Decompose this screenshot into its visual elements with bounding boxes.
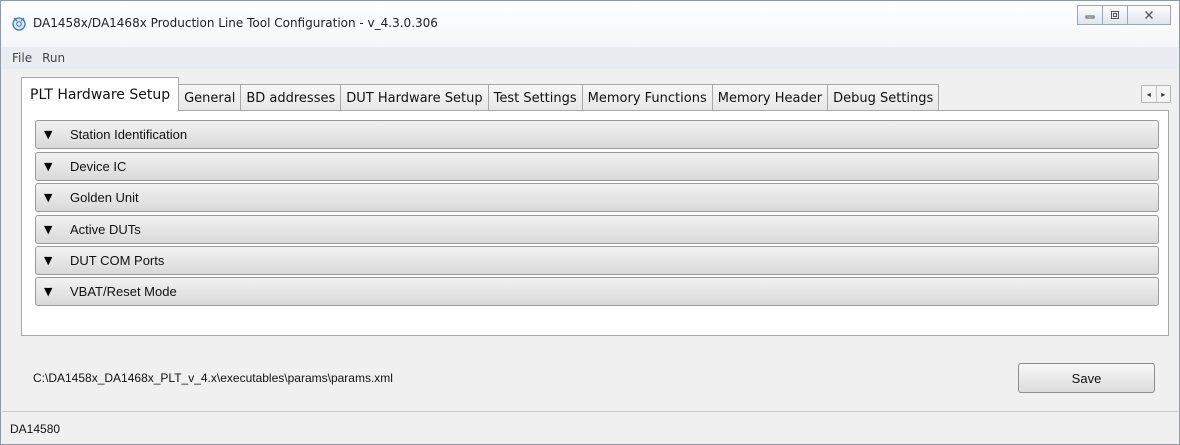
section-label: DUT COM Ports <box>70 253 165 268</box>
expand-arrow-icon: ▼ <box>44 191 53 204</box>
tab-memory-header[interactable]: Memory Header <box>711 84 829 111</box>
section-label: Device IC <box>70 159 127 174</box>
status-device-label: DA14580 <box>10 421 61 436</box>
expand-arrow-icon: ▼ <box>44 160 53 173</box>
tab-panel: ▼ Station Identification ▼ Device IC ▼ G… <box>21 110 1169 336</box>
menu-file[interactable]: File <box>2 51 40 65</box>
save-button[interactable]: Save <box>1018 363 1155 393</box>
section-station-identification[interactable]: ▼ Station Identification <box>35 120 1159 149</box>
section-golden-unit[interactable]: ▼ Golden Unit <box>35 183 1159 212</box>
expand-arrow-icon: ▼ <box>44 254 53 267</box>
minimize-icon[interactable] <box>1077 5 1103 25</box>
scroll-right-icon[interactable]: ▸ <box>1155 86 1171 102</box>
section-label: Golden Unit <box>70 190 139 205</box>
section-active-duts[interactable]: ▼ Active DUTs <box>35 215 1159 244</box>
section-label: VBAT/Reset Mode <box>70 284 177 299</box>
status-bar: DA14580 <box>2 411 1178 444</box>
title-bar[interactable]: DA1458x/DA1468x Production Line Tool Con… <box>1 1 1179 47</box>
tab-general[interactable]: General <box>178 84 242 111</box>
tab-scroll-buttons: ◂ ▸ <box>1141 85 1171 103</box>
close-icon[interactable] <box>1127 5 1171 25</box>
section-vbat-reset-mode[interactable]: ▼ VBAT/Reset Mode <box>35 277 1159 306</box>
params-file-path: C:\DA1458x_DA1468x_PLT_v_4.x\executables… <box>33 371 393 385</box>
tab-test-settings[interactable]: Test Settings <box>487 84 583 111</box>
tab-dut-hardware-setup[interactable]: DUT Hardware Setup <box>340 84 489 111</box>
tab-strip: PLT Hardware Setup General BD addresses … <box>21 75 940 111</box>
expand-arrow-icon: ▼ <box>44 285 53 298</box>
window-title: DA1458x/DA1468x Production Line Tool Con… <box>33 16 438 30</box>
expand-arrow-icon: ▼ <box>44 223 53 236</box>
gear-app-icon <box>11 15 27 31</box>
section-dut-com-ports[interactable]: ▼ DUT COM Ports <box>35 246 1159 275</box>
tab-debug-settings[interactable]: Debug Settings <box>827 84 940 111</box>
tab-memory-functions[interactable]: Memory Functions <box>581 84 713 111</box>
tab-plt-hardware-setup[interactable]: PLT Hardware Setup <box>21 77 180 111</box>
restore-icon[interactable] <box>1102 5 1128 25</box>
menu-run[interactable]: Run <box>40 51 73 65</box>
tab-bd-addresses[interactable]: BD addresses <box>240 84 342 111</box>
section-device-ic[interactable]: ▼ Device IC <box>35 152 1159 181</box>
menu-bar: File Run <box>2 47 1178 69</box>
app-window: DA1458x/DA1468x Production Line Tool Con… <box>0 0 1180 445</box>
expand-arrow-icon: ▼ <box>44 128 53 141</box>
section-label: Active DUTs <box>70 222 141 237</box>
scroll-left-icon[interactable]: ◂ <box>1142 86 1156 102</box>
window-controls <box>1077 5 1171 25</box>
section-label: Station Identification <box>70 127 188 142</box>
